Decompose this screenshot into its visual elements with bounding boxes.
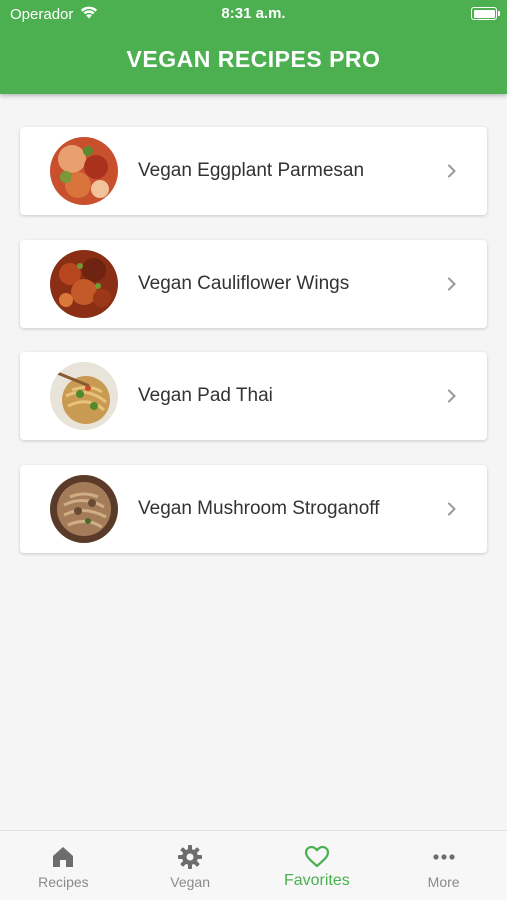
- home-icon: [53, 847, 74, 867]
- chevron-right-icon: [448, 277, 456, 290]
- tab-label: Vegan: [170, 874, 210, 890]
- status-bar: Operador 8:31 a.m.: [0, 0, 507, 28]
- recipe-name: Vegan Eggplant Parmesan: [138, 160, 365, 181]
- recipe-thumbnail: [50, 249, 118, 318]
- recipe-name: Vegan Cauliflower Wings: [138, 272, 350, 294]
- chevron-right-icon: [448, 502, 456, 515]
- recipe-card-cauliflower-wings[interactable]: Vegan Cauliflower Wings: [20, 239, 487, 328]
- recipe-list: Vegan Eggplant Parmesan Vegan Cauliflowe…: [20, 127, 487, 577]
- tab-recipes[interactable]: Recipes: [0, 831, 127, 900]
- recipe-card-mushroom-stroganoff[interactable]: Vegan Mushroom Stroganoff: [20, 464, 487, 553]
- recipe-thumbnail: [50, 474, 118, 543]
- recipe-name: Vegan Mushroom Stroganoff: [138, 497, 380, 519]
- recipe-thumbnail: [50, 362, 118, 430]
- gear-icon: [178, 845, 203, 869]
- status-time: 8:31 a.m.: [221, 5, 286, 22]
- recipe-card-pad-thai[interactable]: Vegan Pad Thai: [20, 352, 487, 440]
- tab-vegan[interactable]: Vegan: [127, 831, 254, 900]
- tab-favorites[interactable]: Favorites: [254, 831, 381, 900]
- battery-icon: [471, 7, 500, 20]
- app-header: Operador 8:31 a.m. VEGAN RECIPES PRO: [0, 0, 507, 94]
- tab-bar: Recipes Vegan Favorites More: [0, 830, 507, 900]
- tab-label: More: [427, 874, 460, 890]
- recipe-card-eggplant-parmesan[interactable]: Vegan Eggplant Parmesan: [20, 127, 487, 215]
- tab-more[interactable]: More: [380, 831, 507, 900]
- tab-label: Favorites: [283, 872, 350, 889]
- recipe-thumbnail: [50, 137, 118, 205]
- chevron-right-icon: [448, 164, 456, 178]
- recipe-name: Vegan Pad Thai: [138, 385, 273, 406]
- more-icon: [433, 854, 455, 860]
- chevron-right-icon: [448, 389, 456, 403]
- tab-label: Recipes: [38, 874, 89, 890]
- heart-icon: [304, 845, 329, 868]
- page-title: VEGAN RECIPES PRO: [126, 46, 381, 72]
